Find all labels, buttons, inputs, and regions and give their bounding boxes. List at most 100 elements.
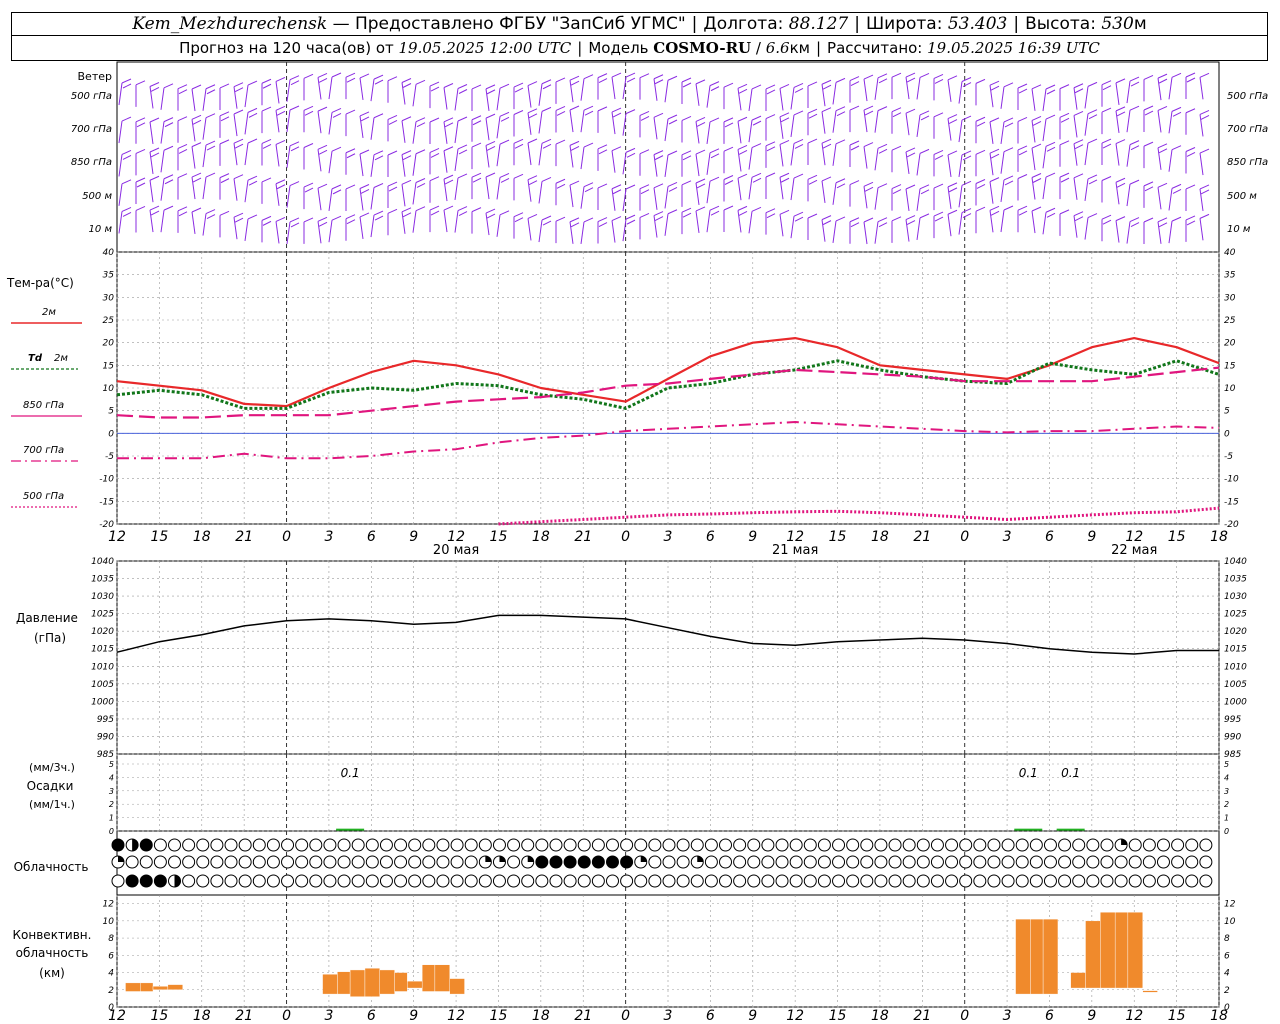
wind-barb-staff <box>454 177 459 200</box>
cloud-symbol <box>478 855 492 869</box>
cloud-symbol <box>662 855 676 869</box>
wind-barb-staff <box>370 117 375 140</box>
wind-barb-staff <box>653 187 658 210</box>
wind-barb <box>737 83 748 111</box>
wind-barb-staff <box>485 118 490 141</box>
cloud-circle <box>238 855 252 869</box>
wind-barb <box>706 176 720 204</box>
cloud-circle <box>196 855 210 869</box>
cloud-circle <box>987 855 1001 869</box>
wind-barb <box>496 210 510 237</box>
wind-barb <box>244 107 258 135</box>
wind-barb-flag <box>877 143 888 149</box>
wind-barb-flag <box>877 73 888 79</box>
wind-barb <box>891 107 902 134</box>
conv-bar <box>140 982 154 992</box>
wind-barb <box>1000 82 1014 109</box>
cloud-symbol <box>252 874 266 888</box>
wind-barb-staff <box>832 220 837 243</box>
wind-barb-flag <box>793 82 804 88</box>
conv-ytick-left: 8 <box>108 934 114 944</box>
wind-barb-flag <box>709 117 720 123</box>
wind-barb-flag <box>317 144 328 150</box>
wind-barb-staff <box>118 82 123 106</box>
wind-barb <box>706 148 720 175</box>
wind-title: Ветер <box>78 70 112 83</box>
cloud-circle <box>337 838 351 852</box>
wind-barb-staff <box>737 178 742 201</box>
temp-xtick: 0 <box>282 529 291 545</box>
wind-barb <box>891 72 902 100</box>
wind-barb <box>412 178 426 205</box>
wind-barb <box>891 216 902 243</box>
cloud-circle <box>125 874 139 888</box>
wind-barb-staff <box>412 84 417 107</box>
cloud-circle <box>888 874 902 888</box>
precip-ytick-right: 5 <box>1224 760 1229 769</box>
cloud-symbol <box>1156 838 1170 852</box>
wind-barb-staff <box>1168 111 1173 134</box>
cloud-symbol <box>987 874 1001 888</box>
wind-barb-flag <box>710 210 720 216</box>
wind-barb <box>317 144 328 172</box>
wind-barb <box>328 107 342 135</box>
wind-barb-flag <box>724 122 734 128</box>
wind-barb-flag <box>1088 179 1098 185</box>
wind-barb-flag <box>920 115 930 121</box>
wind-barb <box>118 116 132 144</box>
wind-barb <box>244 138 258 166</box>
cloud-circle <box>577 874 591 888</box>
cloud-symbol <box>789 874 803 888</box>
wind-barb <box>1126 217 1140 244</box>
temp-ytick-left: 15 <box>103 361 115 371</box>
cloud-circle <box>1058 874 1072 888</box>
wind-barb-flag <box>486 213 496 219</box>
wind-barb-flag <box>233 82 244 88</box>
wind-barb-staff <box>202 144 207 168</box>
wind-barb-flag <box>1144 110 1154 116</box>
cloud-symbol <box>224 838 238 852</box>
cloud-symbol <box>930 838 944 852</box>
cloud-circle <box>422 838 436 852</box>
wind-barb <box>1143 217 1154 244</box>
cloud-symbol <box>648 838 662 852</box>
wind-barb-flag <box>765 208 776 214</box>
wind-barb-staff <box>286 109 291 133</box>
cloud-circle <box>775 838 789 852</box>
wind-barb-flag <box>1003 147 1014 153</box>
wind-barb-staff <box>454 88 459 111</box>
wind-barb-flag <box>290 222 300 228</box>
cloud-symbol <box>747 874 761 888</box>
wind-barb <box>1185 108 1196 135</box>
wind-barb-flag <box>570 80 580 86</box>
cloud-circle <box>704 855 718 869</box>
conv-xtick: 3 <box>1003 1008 1012 1024</box>
precip-unit-bottom: (мм/1ч.) <box>29 798 75 811</box>
wind-barb-flag <box>458 89 468 94</box>
wind-barb <box>513 82 524 110</box>
wind-barb-flag <box>905 215 916 220</box>
wind-barb-flag <box>1199 109 1210 115</box>
wind-barb-flag <box>150 87 160 92</box>
wind-barb-staff <box>779 144 784 167</box>
wind-barb-staff <box>653 78 658 101</box>
wind-barb <box>401 207 412 234</box>
wind-barb-flag <box>332 113 342 118</box>
wind-barb-flag <box>709 176 720 182</box>
wind-barb <box>191 114 202 142</box>
wind-barb <box>303 182 314 210</box>
wind-barb <box>664 75 678 103</box>
wind-barb <box>177 206 188 233</box>
cloud-circle <box>874 855 888 869</box>
wind-barb-flag <box>514 87 524 93</box>
wind-barb-flag <box>878 78 888 84</box>
wind-barb-flag <box>150 210 160 216</box>
wind-barb-flag <box>401 179 412 185</box>
wind-barb-staff <box>527 85 532 108</box>
wind-barb-flag <box>402 155 412 161</box>
wind-barb-staff <box>538 111 543 134</box>
wind-barb-flag <box>205 172 216 178</box>
wind-barb <box>412 206 426 233</box>
wind-barb-staff <box>317 149 322 172</box>
wind-barb <box>807 138 818 166</box>
